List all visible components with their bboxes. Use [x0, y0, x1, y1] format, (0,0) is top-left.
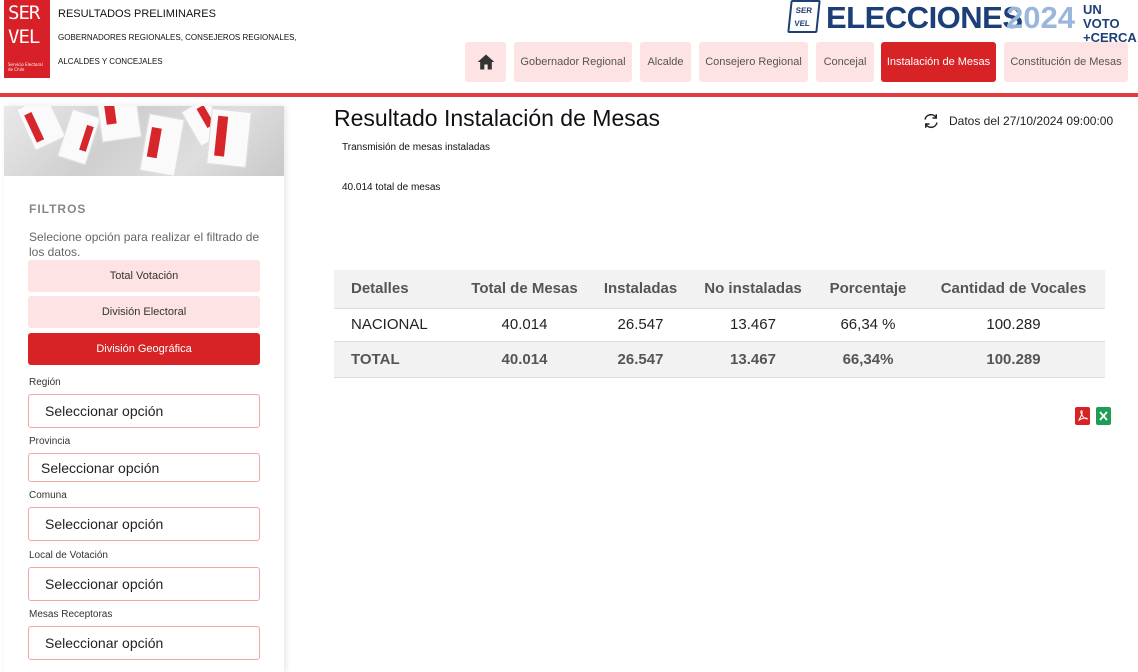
page-title: Resultado Instalación de Mesas	[334, 105, 661, 131]
update-timestamp: Datos del 27/10/2024 09:00:00	[949, 114, 1114, 128]
provincia-label: Provincia	[29, 436, 71, 447]
servel-badge: SER VEL	[787, 0, 821, 33]
region-select[interactable]: Seleccionar opción	[28, 394, 260, 428]
total-detalles: TOTAL	[334, 341, 460, 378]
total-total-mesas: 40.014	[460, 341, 589, 378]
division-geografica-button[interactable]: División Geográfica	[28, 333, 260, 365]
excel-icon	[1096, 407, 1111, 425]
cell-instaladas: 26.547	[589, 308, 692, 342]
elecciones-text: ELECCIONES	[826, 0, 1023, 35]
export-excel-button[interactable]	[1096, 407, 1111, 425]
pdf-icon	[1075, 407, 1090, 425]
total-votacion-button[interactable]: Total Votación	[28, 260, 260, 292]
col-instaladas: Instaladas	[589, 270, 692, 309]
results-table: Detalles Total de Mesas Instaladas No in…	[334, 270, 1105, 378]
nav-constitucion-de-mesas[interactable]: Constitución de Mesas	[1004, 42, 1128, 82]
nav-instalacion-de-mesas[interactable]: Instalación de Mesas	[881, 42, 996, 82]
cell-total-mesas: 40.014	[460, 308, 589, 342]
refresh-icon[interactable]	[922, 112, 940, 130]
logo-line3: Servicio Electoral de Chile	[8, 62, 43, 72]
elecciones-tagline: UN VOTO +CERCA	[1083, 3, 1138, 45]
cell-no-instaladas: 13.467	[692, 308, 814, 342]
sidebar: FILTROS Selecione opción para realizar e…	[4, 106, 284, 672]
local-votacion-select[interactable]: Seleccionar opción	[28, 567, 260, 601]
total-instaladas: 26.547	[589, 341, 692, 378]
site-subtitle-1: GOBERNADORES REGIONALES, CONSEJEROS REGI…	[58, 33, 297, 42]
elecciones-year: 2024	[1006, 0, 1075, 35]
table-header-row: Detalles Total de Mesas Instaladas No in…	[334, 270, 1105, 309]
cell-detalles: NACIONAL	[334, 308, 460, 342]
col-total-mesas: Total de Mesas	[460, 270, 589, 309]
home-icon	[477, 54, 494, 70]
page-subtitle: Transmisión de mesas instaladas	[342, 142, 491, 153]
provincia-select[interactable]: Seleccionar opción	[28, 453, 260, 482]
badge-top: SER	[795, 6, 813, 15]
nav-concejal[interactable]: Concejal	[816, 42, 874, 82]
total-mesas-text: 40.014 total de mesas	[342, 182, 441, 193]
logo-line2: VEL	[8, 26, 40, 48]
filters-title: FILTROS	[29, 202, 87, 216]
sidebar-banner-image	[4, 106, 284, 176]
header: SER VEL Servicio Electoral de Chile RESU…	[0, 0, 1138, 98]
total-no-instaladas: 13.467	[692, 341, 814, 378]
elecciones-2024-logo: SER VEL ELECCIONES 2024 UN VOTO +CERCA	[787, 0, 1138, 45]
total-porcentaje: 66,34%	[814, 341, 922, 378]
cell-porcentaje: 66,34 %	[814, 308, 922, 342]
total-cantidad-vocales: 100.289	[922, 341, 1105, 378]
comuna-select[interactable]: Seleccionar opción	[28, 507, 260, 541]
update-info: Datos del 27/10/2024 09:00:00	[922, 112, 1113, 130]
nav-consejero-regional[interactable]: Consejero Regional	[699, 42, 808, 82]
header-divider	[0, 93, 1138, 97]
mesas-receptoras-select[interactable]: Seleccionar opción	[28, 626, 260, 660]
mesas-receptoras-label: Mesas Receptoras	[29, 609, 113, 620]
col-detalles: Detalles	[334, 270, 460, 309]
region-label: Región	[29, 377, 61, 388]
export-pdf-button[interactable]	[1075, 407, 1090, 425]
division-electoral-button[interactable]: División Electoral	[28, 296, 260, 328]
comuna-label: Comuna	[29, 490, 67, 501]
local-votacion-label: Local de Votación	[29, 550, 108, 561]
site-title: RESULTADOS PRELIMINARES	[58, 8, 216, 20]
col-no-instaladas: No instaladas	[692, 270, 814, 309]
col-cantidad-vocales: Cantidad de Vocales	[922, 270, 1105, 309]
filters-description: Selecione opción para realizar el filtra…	[29, 230, 260, 259]
logo-line1: SER	[8, 2, 40, 24]
col-porcentaje: Porcentaje	[814, 270, 922, 309]
servel-logo[interactable]: SER VEL Servicio Electoral de Chile	[4, 0, 50, 78]
nav-alcalde[interactable]: Alcalde	[640, 42, 691, 82]
site-subtitle-2: ALCALDES Y CONCEJALES	[58, 57, 163, 66]
tagline-1: UN VOTO	[1083, 2, 1120, 31]
badge-bottom: VEL	[793, 19, 811, 28]
table-row: NACIONAL 40.014 26.547 13.467 66,34 % 10…	[334, 308, 1105, 342]
cell-cantidad-vocales: 100.289	[922, 308, 1105, 342]
table-total-row: TOTAL 40.014 26.547 13.467 66,34% 100.28…	[334, 341, 1105, 378]
nav-gobernador-regional[interactable]: Gobernador Regional	[514, 42, 632, 82]
home-button[interactable]	[465, 42, 506, 82]
